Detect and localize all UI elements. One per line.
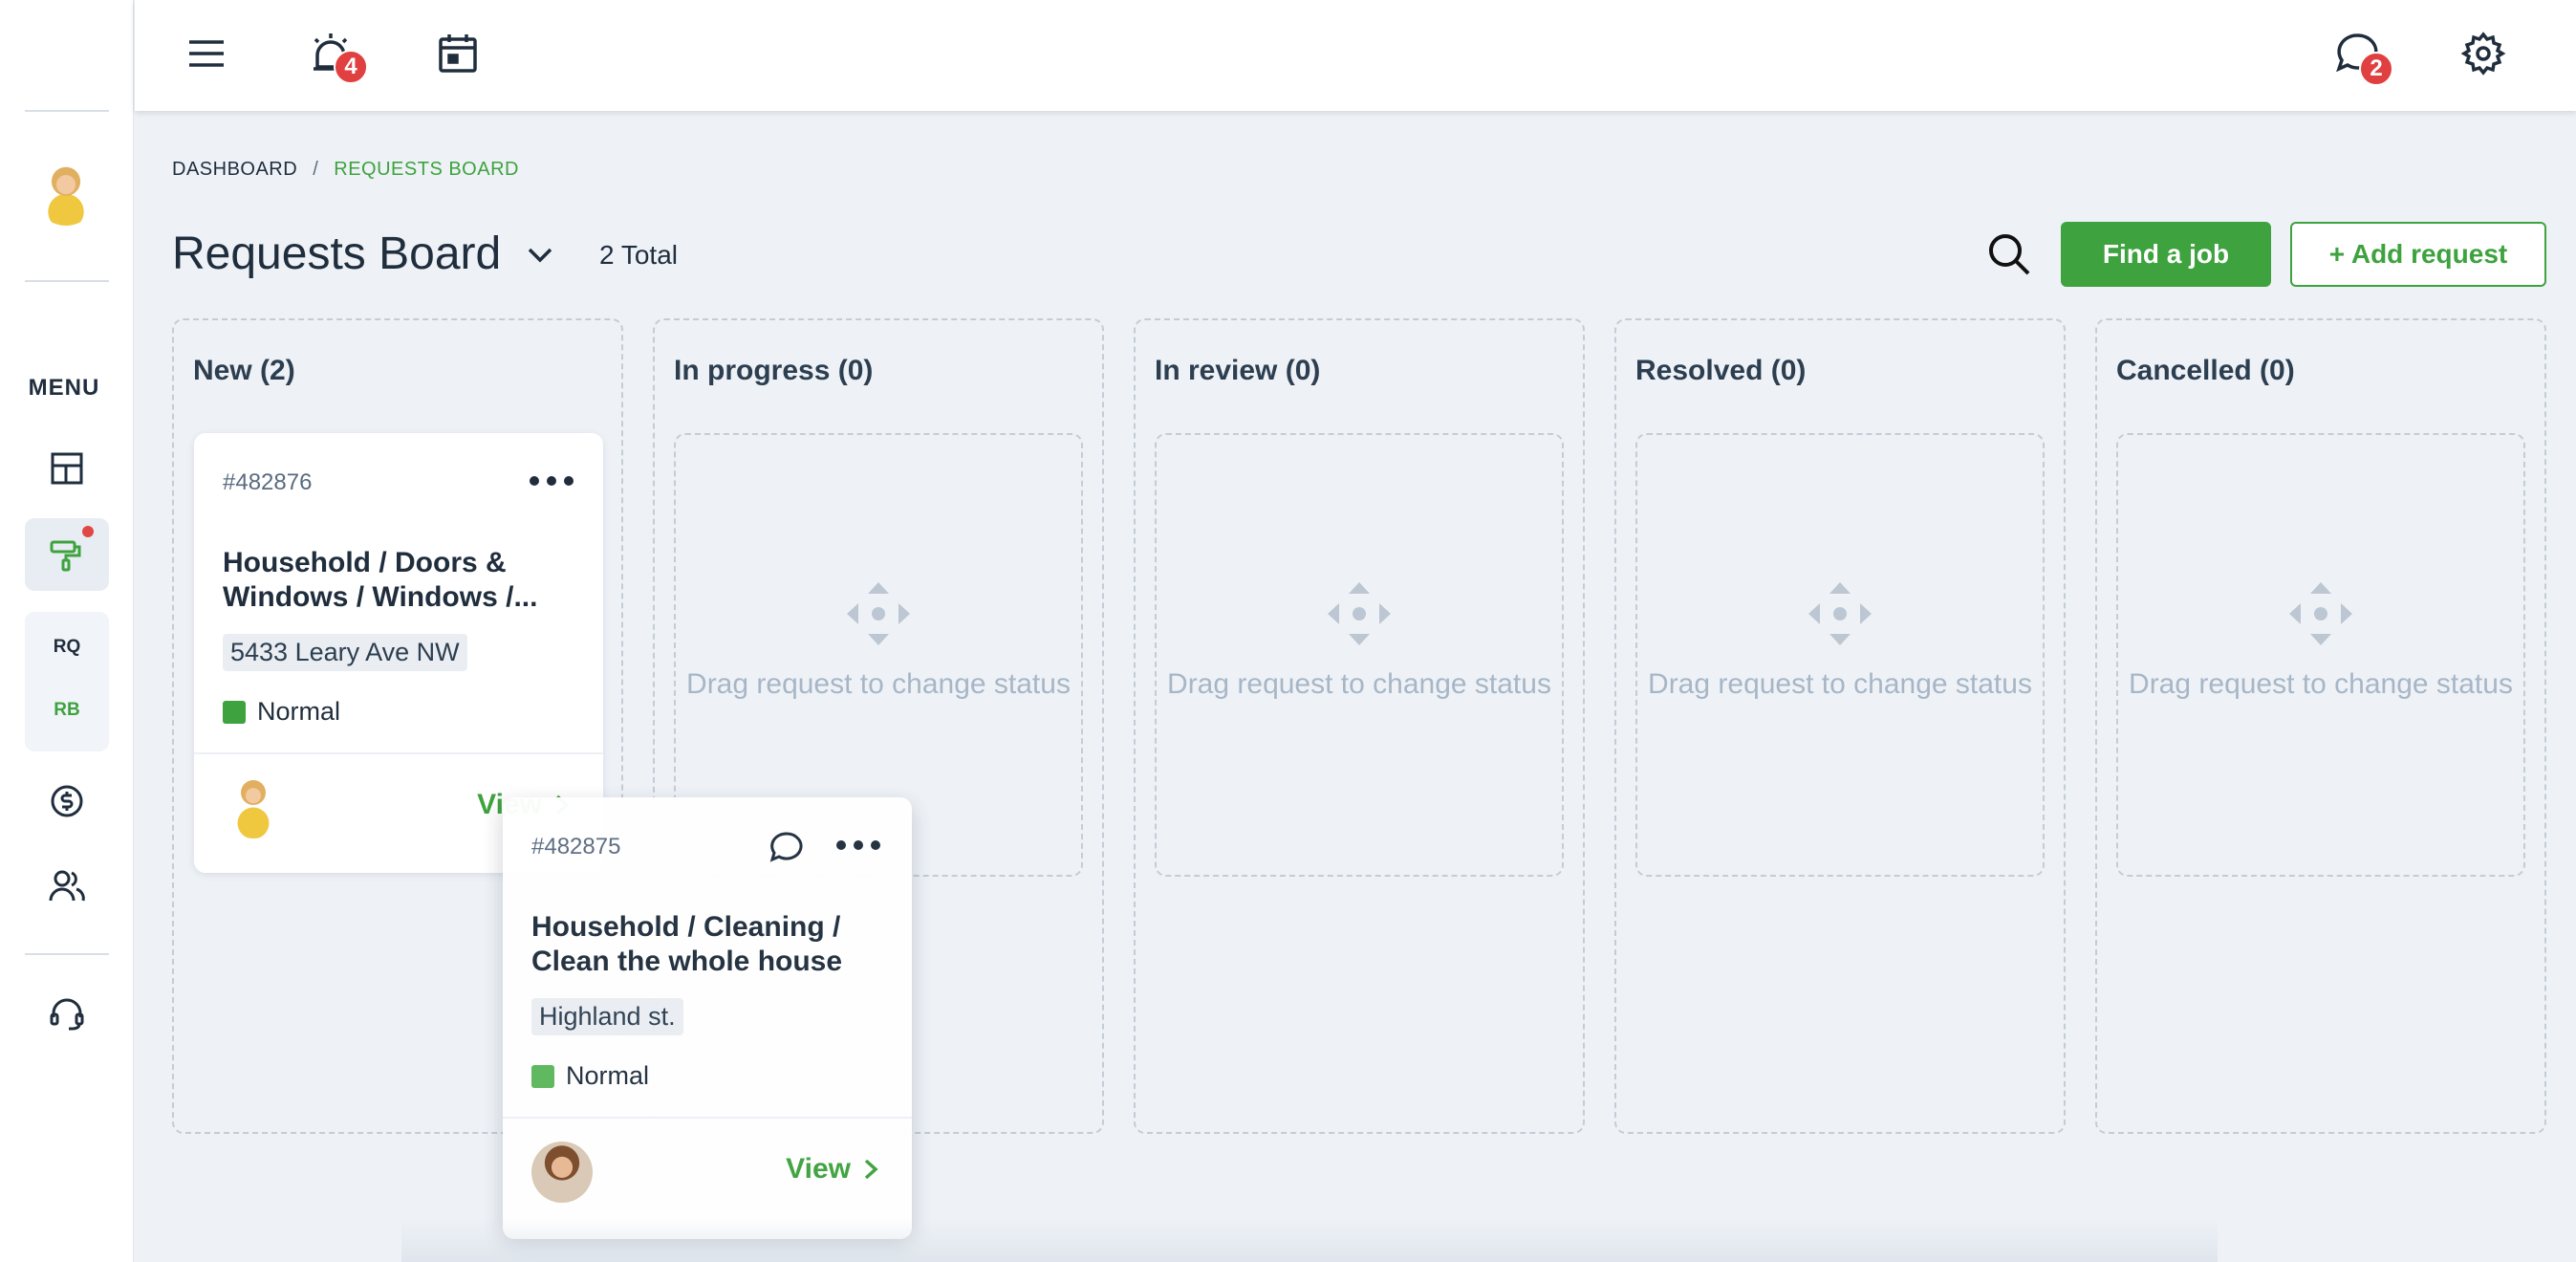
headset-icon[interactable] (42, 989, 92, 1038)
sidebar-divider (25, 953, 109, 955)
card-divider (194, 752, 603, 754)
breadcrumb: DASHBOARD / REQUESTS BOARD (172, 159, 519, 181)
messages-badge: 2 (2359, 52, 2393, 86)
user-avatar[interactable] (34, 163, 97, 226)
add-request-button[interactable]: + Add request (2290, 222, 2546, 287)
dropzone-hint: Drag request to change status (1648, 668, 2032, 700)
alerts-badge: 4 (334, 50, 368, 84)
column-title: New (2) (193, 355, 295, 386)
comment-icon[interactable] (768, 830, 805, 866)
dropzone[interactable]: Drag request to change status (2116, 433, 2525, 877)
view-link[interactable]: View (786, 1153, 883, 1186)
hamburger-menu-icon[interactable] (178, 25, 235, 82)
assignee-avatar (531, 1142, 593, 1203)
breadcrumb-separator: / (313, 159, 319, 180)
dropzone-hint: Drag request to change status (2129, 668, 2513, 700)
view-label: View (786, 1153, 851, 1185)
priority-badge: Normal (531, 1061, 649, 1091)
request-title: Household / Doors & Windows / Windows /.… (223, 547, 538, 613)
page-title: Requests Board (172, 228, 502, 279)
request-address: Highland st. (531, 998, 683, 1035)
move-icon (1808, 582, 1872, 645)
sidebar: MENU RQ RB (0, 0, 134, 1262)
request-id: #482875 (531, 834, 621, 859)
dropzone[interactable]: Drag request to change status (1635, 433, 2045, 877)
dashboard-icon[interactable] (42, 444, 92, 493)
search-icon[interactable] (1984, 229, 2034, 279)
submenu-rq[interactable]: RQ (25, 637, 109, 658)
dropzone-hint: Drag request to change status (686, 668, 1071, 700)
dropzone[interactable]: Drag request to change status (1155, 433, 1564, 877)
assignee-avatar (223, 777, 284, 838)
more-options-icon[interactable] (527, 471, 576, 490)
bottom-fade (401, 1219, 2218, 1262)
move-icon (847, 582, 910, 645)
chevron-down-icon[interactable] (524, 239, 556, 272)
sidebar-submenu: RQ RB (25, 612, 109, 751)
paint-roller-icon[interactable] (42, 530, 92, 579)
request-id: #482876 (223, 469, 313, 495)
breadcrumb-dashboard[interactable]: DASHBOARD (172, 159, 297, 180)
request-card-dragging[interactable]: #482875 Household / Cleaning / Clean the… (503, 797, 912, 1239)
dropzone-hint: Drag request to change status (1167, 668, 1551, 700)
total-count: 2 Total (599, 240, 678, 270)
column-title: In progress (0) (674, 355, 874, 386)
more-options-icon[interactable] (833, 836, 883, 855)
request-title: Household / Cleaning / Clean the whole h… (531, 911, 843, 977)
submenu-rb[interactable]: RB (25, 700, 109, 721)
calendar-icon[interactable] (429, 25, 487, 82)
column-title: Cancelled (0) (2116, 355, 2295, 386)
sidebar-divider (25, 110, 109, 112)
move-icon (1328, 582, 1391, 645)
request-address: 5433 Leary Ave NW (223, 634, 467, 671)
users-icon[interactable] (42, 860, 92, 910)
menu-label: MENU (28, 375, 100, 401)
topbar: 4 2 (135, 0, 2576, 111)
column-title: In review (0) (1155, 355, 1321, 386)
card-divider (503, 1117, 912, 1119)
column-resolved: Resolved (0) Drag request to change stat… (1614, 318, 2066, 1134)
priority-indicator (531, 1064, 554, 1088)
move-icon (2289, 582, 2352, 645)
column-in-review: In review (0) Drag request to change sta… (1134, 318, 1585, 1134)
sidebar-divider (25, 280, 109, 282)
column-title: Resolved (0) (1635, 355, 1807, 386)
column-cancelled: Cancelled (0) Drag request to change sta… (2095, 318, 2546, 1134)
chevron-right-icon (864, 1159, 878, 1180)
find-job-button[interactable]: Find a job (2061, 222, 2271, 287)
priority-indicator (223, 700, 246, 724)
dollar-icon[interactable] (42, 776, 92, 826)
gear-icon[interactable] (2455, 25, 2512, 82)
priority-badge: Normal (223, 697, 340, 727)
priority-label: Normal (566, 1061, 650, 1090)
priority-label: Normal (257, 697, 341, 726)
breadcrumb-requests-board: REQUESTS BOARD (334, 159, 519, 180)
